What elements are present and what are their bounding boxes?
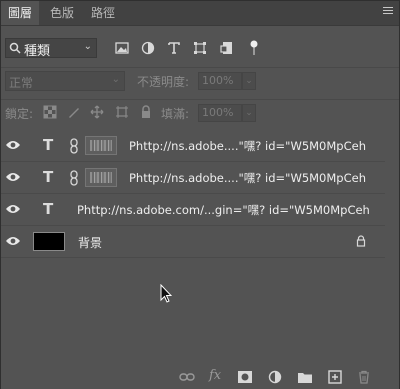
link-icon[interactable] xyxy=(69,170,79,186)
lock-icon[interactable] xyxy=(356,235,366,247)
layer-thumbnail xyxy=(85,136,117,155)
lock-label: 鎖定: xyxy=(5,107,34,121)
add-mask-icon[interactable] xyxy=(237,370,253,384)
filter-kind-label: 種類 xyxy=(24,44,51,59)
layer-name: Phttp://ns.adobe.com/...gin="嘿? id="W5M0… xyxy=(77,203,370,217)
lock-position-icon[interactable] xyxy=(90,105,104,119)
chevron-down-icon: ⌄ xyxy=(83,41,92,52)
link-layers-icon[interactable] xyxy=(179,370,195,384)
new-group-icon[interactable] xyxy=(297,370,313,384)
layers-list: T Phttp://ns.adobe...."嘿? id="W5M0MpCeh … xyxy=(1,130,385,258)
visibility-eye-icon[interactable] xyxy=(5,203,21,215)
background-thumbnail xyxy=(33,232,65,251)
tab-layers[interactable]: 圖層 xyxy=(1,1,39,25)
filter-kind-select[interactable]: 種類 ⌄ xyxy=(5,38,97,59)
lock-image-pixels-icon[interactable] xyxy=(67,105,81,119)
tab-channels[interactable]: 色版 xyxy=(41,1,83,25)
shape-filter-icon[interactable] xyxy=(192,40,208,56)
blend-mode-label: 正常 xyxy=(9,76,34,90)
filter-toggle-icon[interactable] xyxy=(250,40,258,56)
panel-footer: fx xyxy=(1,365,399,389)
layer-row[interactable]: T Phttp://ns.adobe...."嘿? id="W5M0MpCeh xyxy=(1,162,385,194)
adjustment-filter-icon[interactable] xyxy=(140,40,156,56)
text-layer-icon: T xyxy=(43,200,54,218)
fill-label: 填滿: xyxy=(161,107,190,121)
lock-transparent-pixels-icon[interactable] xyxy=(43,105,57,119)
fill-field[interactable]: 100% xyxy=(198,104,242,122)
layer-row-background[interactable]: 背景 xyxy=(1,226,385,258)
text-layer-icon: T xyxy=(43,136,54,154)
lock-row: 鎖定: 填滿: 100% ⌄ xyxy=(1,99,399,126)
opacity-slider-toggle[interactable]: ⌄ xyxy=(242,72,256,90)
new-adjustment-icon[interactable] xyxy=(267,370,283,384)
layer-thumbnail xyxy=(85,168,117,187)
blend-row: 正常 ⌄ 不透明度: 100% ⌄ xyxy=(1,67,399,94)
smart-object-filter-icon[interactable] xyxy=(219,40,235,56)
visibility-eye-icon[interactable] xyxy=(5,171,21,183)
lock-artboard-icon[interactable] xyxy=(115,105,129,119)
layer-filter-row: 種類 ⌄ xyxy=(1,31,399,61)
panel-menu-icon[interactable] xyxy=(383,7,393,17)
layer-row[interactable]: T Phttp://ns.adobe...."嘿? id="W5M0MpCeh xyxy=(1,130,385,162)
fill-slider-toggle[interactable]: ⌄ xyxy=(242,104,256,122)
layers-panel: 圖層 色版 路徑 種類 ⌄ 正常 ⌄ 不透明度: 100% ⌄ 鎖定: 填滿: … xyxy=(0,0,400,389)
visibility-eye-icon[interactable] xyxy=(5,235,21,247)
layer-name: Phttp://ns.adobe...."嘿? id="W5M0MpCeh xyxy=(129,139,366,153)
text-layer-icon: T xyxy=(43,168,54,186)
fx-icon[interactable]: fx xyxy=(209,368,221,383)
visibility-eye-icon[interactable] xyxy=(5,139,21,151)
opacity-label: 不透明度: xyxy=(137,75,190,89)
chevron-down-icon: ⌄ xyxy=(111,74,120,85)
mouse-cursor-icon xyxy=(160,284,172,303)
blend-mode-select[interactable]: 正常 ⌄ xyxy=(5,71,125,91)
lock-all-icon[interactable] xyxy=(139,105,153,119)
panel-tab-bar: 圖層 色版 路徑 xyxy=(1,1,399,26)
opacity-field[interactable]: 100% xyxy=(198,72,242,90)
delete-layer-icon[interactable] xyxy=(356,370,372,384)
tab-paths[interactable]: 路徑 xyxy=(85,1,121,25)
layer-name: 背景 xyxy=(78,236,103,250)
image-filter-icon[interactable] xyxy=(114,40,130,56)
layer-row[interactable]: T Phttp://ns.adobe.com/...gin="嘿? id="W5… xyxy=(1,194,385,226)
layer-name: Phttp://ns.adobe...."嘿? id="W5M0MpCeh xyxy=(129,171,366,185)
new-layer-icon[interactable] xyxy=(327,370,343,384)
search-icon xyxy=(9,42,21,54)
link-icon[interactable] xyxy=(69,138,79,154)
type-filter-icon[interactable] xyxy=(166,40,182,56)
